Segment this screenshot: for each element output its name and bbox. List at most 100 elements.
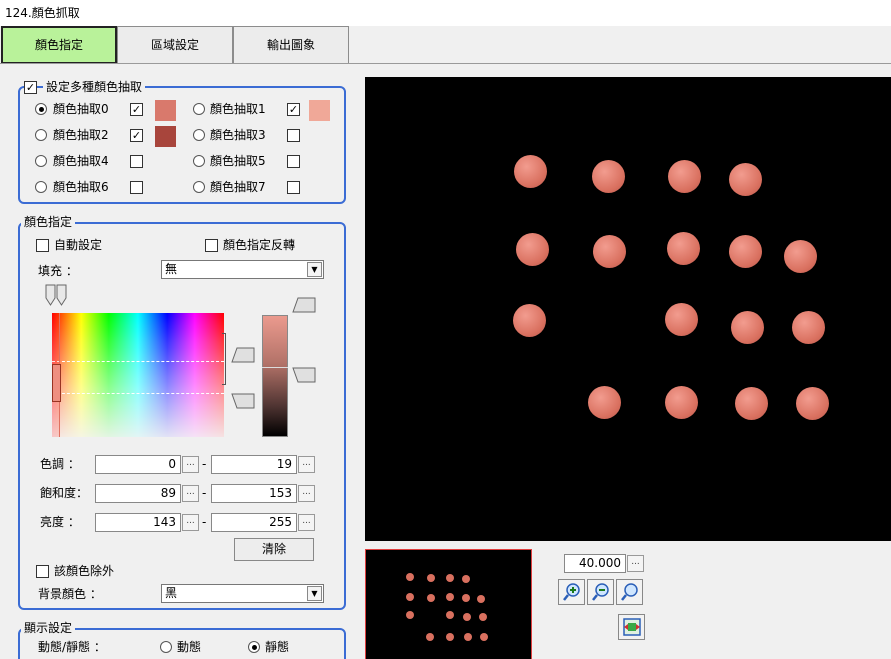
brightness-max-input[interactable]: 255: [211, 513, 297, 532]
hue-max-input[interactable]: 19: [211, 455, 297, 474]
multi-extract-checkbox[interactable]: ✓: [24, 80, 37, 94]
extract-4-label: 顏色抽取4: [53, 154, 109, 168]
overview-blob: [427, 574, 435, 582]
overview-blob: [463, 613, 471, 621]
zoom-fit-button[interactable]: [616, 579, 643, 605]
overview-blob: [426, 633, 434, 641]
dynamic-radio[interactable]: [160, 641, 172, 653]
extract-3-label: 顏色抽取3: [210, 128, 266, 142]
extract-0-radio[interactable]: [35, 103, 47, 115]
zoom-in-icon: [562, 583, 580, 601]
extract-5-radio[interactable]: [193, 155, 205, 167]
brightness-gradient-bar[interactable]: [262, 315, 288, 437]
overview-blob: [477, 595, 485, 603]
extract-6-label: 顏色抽取6: [53, 180, 109, 194]
brightness-min-dots-button[interactable]: ...: [182, 514, 199, 531]
overview-blob: [446, 593, 454, 601]
fit-to-window-button[interactable]: [618, 614, 645, 640]
brightness-max-dots-button[interactable]: ...: [298, 514, 315, 531]
static-radio[interactable]: [248, 641, 260, 653]
overview-blob: [464, 633, 472, 641]
saturation-max-line: [52, 393, 224, 394]
static-label: 靜態: [265, 640, 290, 654]
hue-label: 色調 ：: [40, 457, 80, 471]
detected-blob: [792, 311, 825, 344]
extract-6-checkbox[interactable]: [130, 181, 143, 194]
saturation-max-dots-button[interactable]: ...: [298, 485, 315, 502]
exclude-color-label: 該顏色除外: [54, 564, 115, 578]
hue-dash: -: [202, 457, 207, 471]
saturation-min-input[interactable]: 89: [95, 484, 181, 503]
extract-2-radio[interactable]: [35, 129, 47, 141]
zoom-dots-button[interactable]: ...: [627, 555, 644, 572]
extract-7-radio[interactable]: [193, 181, 205, 193]
extract-2-label: 顏色抽取2: [53, 128, 109, 142]
invert-color-checkbox[interactable]: [205, 239, 218, 252]
fill-select-value: 無: [165, 262, 178, 276]
tab-region-settings[interactable]: 區域設定: [117, 26, 233, 64]
chevron-down-icon: ▼: [307, 262, 322, 277]
saturation-max-input[interactable]: 153: [211, 484, 297, 503]
extract-2-swatch[interactable]: [155, 126, 176, 147]
overview-blob: [427, 594, 435, 602]
clear-button[interactable]: 清除: [234, 538, 314, 561]
hue-max-dots-button[interactable]: ...: [298, 456, 315, 473]
display-mode-label: 動態/靜態 ：: [38, 640, 106, 654]
overview-blob: [462, 575, 470, 583]
brightness-label: 亮度 ：: [40, 515, 80, 529]
brightness-min-handle[interactable]: [291, 366, 317, 384]
invert-color-label: 顏色指定反轉: [223, 238, 296, 252]
hue-min-dots-button[interactable]: ...: [182, 456, 199, 473]
chevron-down-icon: ▼: [307, 586, 322, 601]
overview-thumbnail[interactable]: [365, 549, 532, 659]
extract-6-radio[interactable]: [35, 181, 47, 193]
extract-1-swatch[interactable]: [309, 100, 330, 121]
extract-0-checkbox[interactable]: ✓: [130, 103, 143, 116]
zoom-out-icon: [591, 583, 609, 601]
fill-select[interactable]: 無 ▼: [161, 260, 324, 279]
tab-color-spec[interactable]: 顏色指定: [1, 26, 117, 64]
extract-7-checkbox[interactable]: [287, 181, 300, 194]
exclude-color-checkbox[interactable]: [36, 565, 49, 578]
extract-1-radio[interactable]: [193, 103, 205, 115]
extract-1-checkbox[interactable]: ✓: [287, 103, 300, 116]
overview-blob: [446, 611, 454, 619]
detected-blob: [668, 160, 701, 193]
image-view[interactable]: [365, 77, 891, 541]
detected-blob: [588, 386, 621, 419]
saturation-min-handle[interactable]: [230, 392, 256, 410]
display-group-label: 顯示設定: [21, 621, 76, 635]
zoom-out-button[interactable]: [587, 579, 614, 605]
extract-group-label: 設定多種顏色抽取: [43, 80, 146, 94]
detected-blob: [514, 155, 547, 188]
auto-setting-checkbox[interactable]: [36, 239, 49, 252]
detected-blob: [665, 303, 698, 336]
overview-blob: [462, 594, 470, 602]
hue-slider-handle[interactable]: [44, 283, 70, 307]
zoom-in-button[interactable]: [558, 579, 585, 605]
extract-2-checkbox[interactable]: ✓: [130, 129, 143, 142]
background-color-value: 黑: [165, 586, 178, 600]
saturation-min-dots-button[interactable]: ...: [182, 485, 199, 502]
tab-output-image[interactable]: 輸出圖象: [233, 26, 349, 64]
extract-3-radio[interactable]: [193, 129, 205, 141]
detected-blob: [593, 235, 626, 268]
overview-blob: [406, 611, 414, 619]
brightness-max-handle[interactable]: [291, 296, 317, 314]
extract-4-checkbox[interactable]: [130, 155, 143, 168]
zoom-input[interactable]: 40.000: [564, 554, 626, 573]
extract-5-label: 顏色抽取5: [210, 154, 266, 168]
extract-4-radio[interactable]: [35, 155, 47, 167]
brightness-min-input[interactable]: 143: [95, 513, 181, 532]
extract-0-swatch[interactable]: [155, 100, 176, 121]
detected-blob: [729, 163, 762, 196]
saturation-label: 飽和度：: [40, 486, 89, 500]
overview-blob: [406, 573, 414, 581]
hue-saturation-spectrum[interactable]: [52, 313, 224, 437]
saturation-max-handle[interactable]: [230, 346, 256, 364]
detected-blob: [513, 304, 546, 337]
hue-min-input[interactable]: 0: [95, 455, 181, 474]
extract-5-checkbox[interactable]: [287, 155, 300, 168]
extract-3-checkbox[interactable]: [287, 129, 300, 142]
background-color-select[interactable]: 黑 ▼: [161, 584, 324, 603]
